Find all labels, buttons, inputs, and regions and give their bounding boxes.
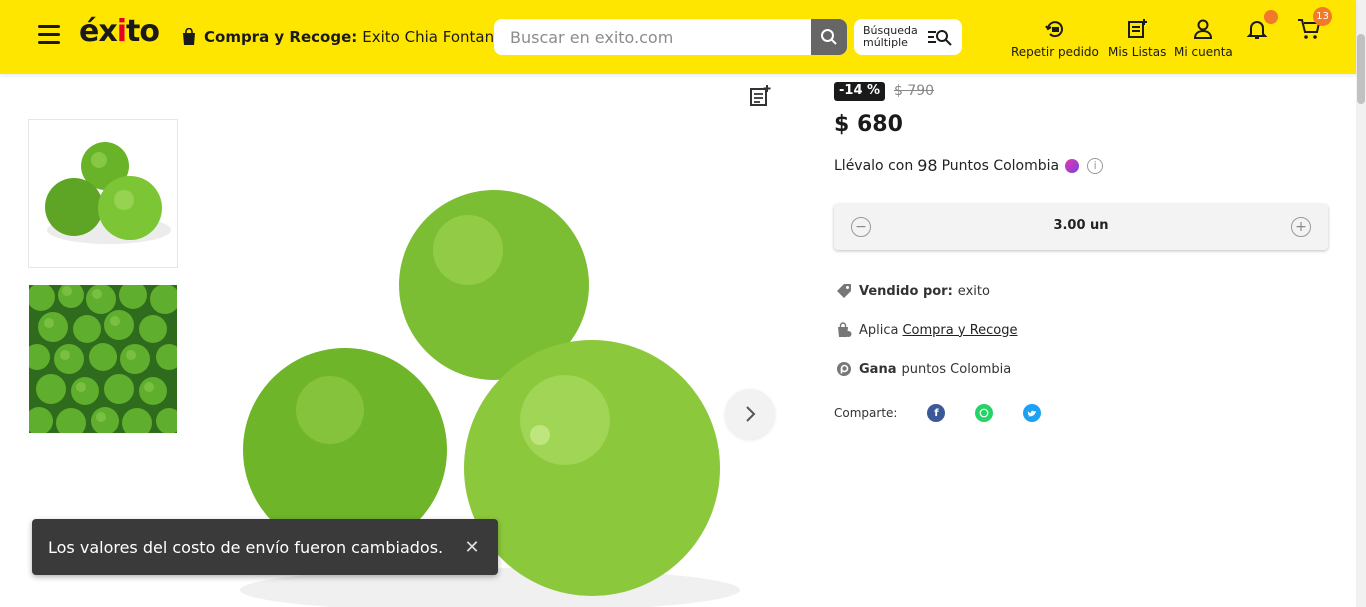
whatsapp-icon[interactable] bbox=[975, 404, 994, 422]
exito-logo[interactable]: éxito bbox=[79, 14, 160, 49]
search-bar bbox=[494, 19, 847, 55]
product-price: $ 680 bbox=[834, 112, 903, 137]
my-lists-label: Mis Listas bbox=[1108, 45, 1167, 59]
whatsapp-glyph bbox=[980, 408, 989, 418]
chevron-right-icon bbox=[746, 406, 756, 422]
pickup-link[interactable]: Compra y Recoge bbox=[902, 323, 1017, 338]
notification-toast: Los valores del costo de envío fueron ca… bbox=[32, 519, 498, 575]
discount-badge: -14 % bbox=[834, 82, 886, 101]
shopping-bag-icon bbox=[183, 28, 195, 45]
points-value: 98 bbox=[917, 156, 938, 175]
sold-by-label: Vendido por: bbox=[859, 283, 953, 299]
add-to-list-button[interactable] bbox=[749, 84, 771, 112]
my-account-label: Mi cuenta bbox=[1174, 45, 1233, 59]
bird-glyph bbox=[1028, 410, 1037, 416]
earn-value: puntos Colombia bbox=[901, 361, 1012, 377]
limes-thumbnail-image bbox=[45, 142, 171, 244]
sold-by-row: Vendido por: exito bbox=[836, 283, 990, 299]
search-input[interactable] bbox=[494, 19, 812, 55]
list-add-icon bbox=[750, 85, 771, 106]
list-add-icon bbox=[1128, 19, 1148, 38]
search-button[interactable] bbox=[811, 19, 847, 55]
old-price: $ 790 bbox=[894, 83, 935, 99]
points-prefix: Llévalo con bbox=[834, 157, 914, 174]
list-search-icon bbox=[928, 30, 952, 46]
facebook-icon[interactable]: f bbox=[927, 404, 946, 422]
product-thumbnail-2[interactable] bbox=[29, 285, 177, 433]
repeat-order-button[interactable]: Repetir pedido bbox=[1011, 18, 1099, 59]
puntos-colombia-icon bbox=[1065, 158, 1080, 173]
points-info: Llévalo con 98 Puntos Colombia i bbox=[834, 156, 1104, 175]
page-scrollbar[interactable] bbox=[1356, 0, 1366, 607]
repeat-order-icon bbox=[1045, 21, 1063, 38]
cart-count-badge: 13 bbox=[1313, 7, 1332, 26]
next-image-button[interactable] bbox=[725, 389, 775, 439]
site-header: éxito Compra y Recoge: Exito Chia Fontan… bbox=[0, 0, 1356, 74]
multi-search-label: Búsqueda múltiple bbox=[863, 24, 918, 49]
share-row: Comparte: f bbox=[834, 404, 1042, 422]
sold-by-value: exito bbox=[957, 283, 990, 299]
my-lists-button[interactable]: Mis Listas bbox=[1108, 18, 1166, 59]
info-icon[interactable]: i bbox=[1087, 157, 1104, 174]
menu-icon[interactable] bbox=[38, 25, 60, 47]
notification-dot bbox=[1264, 10, 1278, 24]
product-thumbnail-1[interactable] bbox=[28, 119, 178, 268]
earn-label: Gana bbox=[859, 361, 897, 377]
scrollbar-thumb[interactable] bbox=[1357, 34, 1365, 104]
cart-button[interactable]: 13 bbox=[1297, 7, 1332, 44]
pickup-store-selector[interactable]: Compra y Recoge: Exito Chia Fontan... › bbox=[181, 25, 524, 49]
earn-points-row: Gana puntos Colombia bbox=[836, 361, 1011, 377]
pickup-applies-row: Aplica Compra y Recoge bbox=[836, 322, 1018, 338]
toast-message: Los valores del costo de envío fueron ca… bbox=[48, 537, 444, 557]
twitter-icon[interactable] bbox=[1023, 404, 1042, 422]
tag-icon bbox=[837, 284, 851, 298]
applies-label: Aplica bbox=[859, 322, 899, 338]
quantity-stepper: − 3.00 un + bbox=[834, 204, 1328, 250]
points-suffix: Puntos Colombia bbox=[941, 157, 1060, 174]
search-icon bbox=[821, 29, 837, 45]
increase-quantity-button[interactable]: + bbox=[1291, 217, 1311, 237]
share-label: Comparte: bbox=[834, 406, 898, 420]
points-icon bbox=[837, 362, 851, 376]
multi-search-button[interactable]: Búsqueda múltiple bbox=[854, 19, 962, 55]
limes-pile-image bbox=[29, 285, 177, 433]
pickup-store-name: Exito Chia Fontan... bbox=[362, 28, 509, 46]
pickup-label: Compra y Recoge: bbox=[204, 28, 358, 46]
close-icon[interactable]: ✕ bbox=[462, 537, 482, 558]
user-icon bbox=[1194, 19, 1213, 39]
quantity-value: 3.00 un bbox=[1053, 218, 1109, 233]
store-pickup-icon bbox=[838, 322, 852, 337]
repeat-order-label: Repetir pedido bbox=[1011, 45, 1099, 59]
notifications-button[interactable] bbox=[1246, 10, 1278, 44]
my-account-button[interactable]: Mi cuenta bbox=[1174, 18, 1233, 59]
